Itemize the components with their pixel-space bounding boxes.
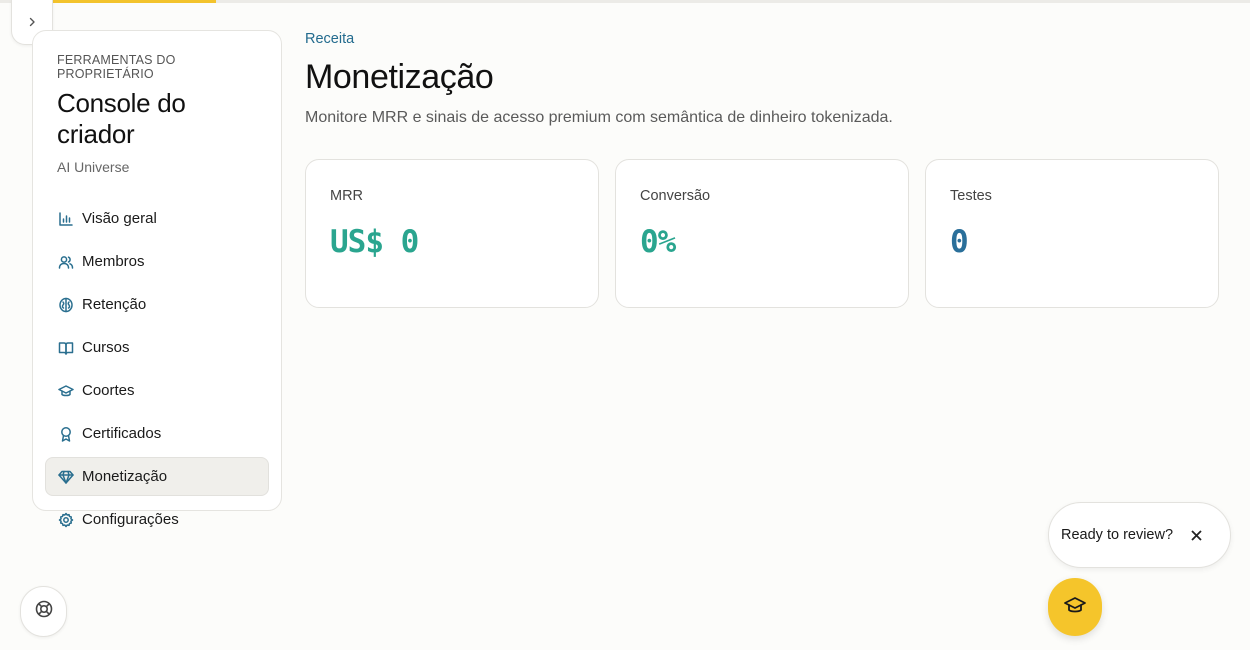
sidebar-item-configuracoes[interactable]: Configurações xyxy=(45,500,269,539)
sidebar-item-label: Cursos xyxy=(82,339,130,356)
page-description: Monitore MRR e sinais de acesso premium … xyxy=(305,109,893,126)
sidebar-nav: Visão geral Membros Retenção Cursos Coor… xyxy=(45,199,269,539)
metric-card-testes: Testes 0 xyxy=(925,159,1219,308)
help-button[interactable] xyxy=(20,586,67,637)
metric-value: 0% xyxy=(640,224,676,260)
graduation-cap-icon xyxy=(1063,593,1087,622)
main-content: Receita Monetização Monitore MRR e sinai… xyxy=(305,30,1225,308)
metric-card-conversao: Conversão 0% xyxy=(615,159,909,308)
tutor-fab-button[interactable] xyxy=(1048,578,1102,636)
sidebar-item-coortes[interactable]: Coortes xyxy=(45,371,269,410)
life-buoy-icon xyxy=(34,599,54,624)
book-open-icon xyxy=(58,340,74,356)
brain-icon xyxy=(58,297,74,313)
gem-icon xyxy=(58,469,74,485)
metric-card-mrr: MRR US$ 0 xyxy=(305,159,599,308)
sidebar-item-label: Membros xyxy=(82,253,145,270)
metric-label: Testes xyxy=(950,188,992,204)
metric-label: Conversão xyxy=(640,188,711,204)
breadcrumb[interactable]: Receita xyxy=(305,31,354,47)
sidebar-item-visao-geral[interactable]: Visão geral xyxy=(45,199,269,238)
sidebar-item-cursos[interactable]: Cursos xyxy=(45,328,269,367)
award-icon xyxy=(58,426,74,442)
sidebar-item-label: Retenção xyxy=(82,296,147,313)
metric-value: US$ 0 xyxy=(330,224,419,260)
workspace-name: AI Universe xyxy=(57,159,130,175)
close-icon[interactable] xyxy=(1188,527,1204,543)
metric-label: MRR xyxy=(330,188,364,204)
sidebar-item-retencao[interactable]: Retenção xyxy=(45,285,269,324)
sidebar-item-label: Monetização xyxy=(82,468,168,485)
metric-value: 0 xyxy=(950,224,969,260)
sidebar-item-monetizacao[interactable]: Monetização xyxy=(45,457,269,496)
sidebar-item-label: Visão geral xyxy=(82,210,157,227)
users-icon xyxy=(58,254,74,270)
sidebar-item-label: Configurações xyxy=(82,511,179,528)
review-prompt-text: Ready to review? xyxy=(1061,527,1174,543)
review-prompt: Ready to review? xyxy=(1048,502,1231,568)
metric-cards: MRR US$ 0 Conversão 0% Testes 0 xyxy=(305,159,1219,308)
sidebar: FERRAMENTAS DO PROPRIETÁRIO Console do c… xyxy=(32,30,282,528)
chevron-right-icon xyxy=(27,14,37,31)
page-title: Monetização xyxy=(305,58,494,96)
sidebar-eyebrow: FERRAMENTAS DO PROPRIETÁRIO xyxy=(57,53,176,81)
sidebar-item-label: Coortes xyxy=(82,382,135,399)
sidebar-item-certificados[interactable]: Certificados xyxy=(45,414,269,453)
graduation-cap-icon xyxy=(58,383,74,399)
sidebar-title: Console do criador xyxy=(57,88,186,149)
sidebar-item-label: Certificados xyxy=(82,425,162,442)
settings-icon xyxy=(58,512,74,528)
sidebar-item-membros[interactable]: Membros xyxy=(45,242,269,281)
bar-chart-icon xyxy=(58,211,74,227)
